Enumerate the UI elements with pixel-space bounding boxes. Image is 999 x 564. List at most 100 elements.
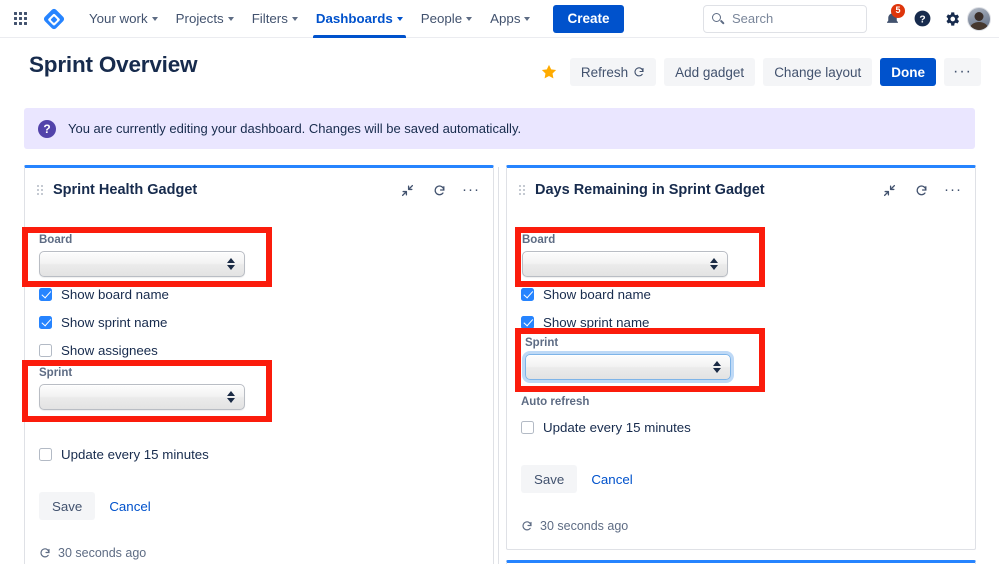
search-input[interactable]: [730, 10, 850, 27]
last-updated-text: 30 seconds ago: [540, 519, 629, 533]
nav-item-label: Apps: [490, 11, 521, 26]
gadget-header: Sprint Health Gadget ···: [25, 168, 493, 212]
nav-right-cluster: 5 ?: [703, 3, 999, 34]
select-stepper-arrows-icon: [710, 258, 718, 270]
help-icon[interactable]: ?: [907, 4, 937, 34]
svg-text:?: ?: [919, 14, 925, 25]
editing-info-banner: ? You are currently editing your dashboa…: [24, 108, 975, 149]
gear-icon[interactable]: [937, 4, 967, 34]
checkbox-label: Update every 15 minutes: [61, 446, 209, 462]
search-box[interactable]: [703, 4, 867, 33]
sprint-health-board-field: Board: [39, 234, 254, 277]
favorite-star-icon[interactable]: [536, 59, 562, 85]
cancel-button[interactable]: Cancel: [591, 472, 632, 487]
sprint-label: Sprint: [39, 367, 73, 379]
primary-nav-items: Your work Projects Filters Dashboards Pe…: [80, 0, 539, 38]
checkbox-row-show-board-name[interactable]: Show board name: [521, 280, 961, 308]
notifications-bell-icon[interactable]: 5: [877, 3, 907, 34]
gadget-sprint-health: Sprint Health Gadget ··· Show board name…: [24, 165, 494, 564]
show-sprint-name-checkbox[interactable]: [39, 315, 52, 329]
drag-handle-icon[interactable]: [37, 185, 43, 195]
app-switcher-icon[interactable]: [8, 7, 32, 31]
drag-handle-icon[interactable]: [519, 185, 525, 195]
change-layout-button[interactable]: Change layout: [763, 58, 873, 86]
chevron-down-icon: [524, 17, 531, 21]
checkbox-row-show-sprint-name[interactable]: Show sprint name: [521, 308, 961, 336]
cancel-button[interactable]: Cancel: [109, 499, 150, 514]
update-every-15-minutes-checkbox[interactable]: [521, 420, 534, 434]
show-sprint-name-checkbox[interactable]: [521, 315, 534, 329]
chevron-down-icon: [396, 17, 403, 21]
chevron-down-icon: [466, 17, 473, 21]
banner-message: You are currently editing your dashboard…: [68, 121, 522, 136]
create-button[interactable]: Create: [553, 4, 624, 33]
nav-item-apps[interactable]: Apps: [481, 0, 539, 38]
gadget-header-icons: ···: [399, 182, 479, 198]
refresh-icon: [40, 548, 50, 558]
nav-item-projects[interactable]: Projects: [167, 0, 243, 38]
chevron-down-icon: [291, 17, 298, 21]
top-navigation-bar: Your work Projects Filters Dashboards Pe…: [0, 0, 999, 38]
checkbox-row-show-assignees[interactable]: Show assignees: [39, 336, 479, 364]
gadget-title: Days Remaining in Sprint Gadget: [535, 182, 765, 198]
show-assignees-checkbox[interactable]: [39, 343, 52, 357]
jira-logo-icon[interactable]: [42, 7, 66, 31]
checkbox-label: Update every 15 minutes: [543, 419, 691, 435]
save-button[interactable]: Save: [39, 492, 96, 520]
checkbox-label: Show board name: [543, 286, 651, 302]
auto-refresh-label-spacer: [39, 426, 479, 440]
nav-item-label: Filters: [251, 11, 288, 26]
more-actions-button[interactable]: ···: [944, 58, 981, 86]
gadget-more-menu-icon[interactable]: ···: [462, 182, 479, 198]
board-select[interactable]: [39, 251, 245, 277]
checkbox-row-show-board-name[interactable]: Show board name: [39, 280, 479, 308]
refresh-icon: [634, 67, 644, 77]
nav-item-label: Your work: [89, 11, 148, 26]
nav-item-filters[interactable]: Filters: [243, 0, 307, 38]
nav-item-label: Projects: [175, 11, 224, 26]
notification-count-badge: 5: [891, 3, 905, 18]
board-select[interactable]: [522, 251, 728, 277]
select-stepper-arrows-icon: [227, 391, 235, 403]
checkbox-row-show-sprint-name[interactable]: Show sprint name: [39, 308, 479, 336]
user-avatar[interactable]: [967, 6, 991, 31]
board-label: Board: [39, 234, 73, 246]
days-remaining-sprint-field: Sprint: [525, 337, 737, 380]
checkbox-row-update-every[interactable]: Update every 15 minutes: [39, 440, 479, 468]
sprint-select[interactable]: [39, 384, 245, 410]
update-every-15-minutes-checkbox[interactable]: [39, 447, 52, 461]
page-header: Sprint Overview Refresh Add gadget Chang…: [0, 38, 999, 100]
add-gadget-button[interactable]: Add gadget: [664, 58, 756, 86]
sprint-health-sprint-field: Sprint: [39, 367, 254, 410]
sprint-select[interactable]: [525, 354, 731, 380]
gadget-last-updated: 30 seconds ago: [521, 519, 961, 533]
refresh-button[interactable]: Refresh: [569, 58, 657, 86]
show-board-name-checkbox[interactable]: [521, 287, 534, 301]
select-stepper-arrows-icon: [713, 361, 721, 373]
nav-item-label: People: [420, 11, 463, 26]
checkbox-label: Show board name: [61, 286, 169, 302]
nav-item-people[interactable]: People: [412, 0, 481, 38]
refresh-icon[interactable]: [431, 182, 447, 198]
nav-item-your-work[interactable]: Your work: [80, 0, 167, 38]
refresh-icon[interactable]: [913, 182, 929, 198]
days-remaining-board-field: Board: [522, 234, 737, 277]
collapse-icon[interactable]: [881, 182, 897, 198]
show-board-name-checkbox[interactable]: [39, 287, 52, 301]
done-button[interactable]: Done: [880, 58, 937, 86]
gadget-title: Sprint Health Gadget: [53, 182, 198, 198]
checkbox-label: Show sprint name: [543, 314, 650, 330]
nav-item-dashboards[interactable]: Dashboards: [307, 0, 412, 38]
gadget-button-row: Save Cancel: [39, 492, 479, 520]
refresh-icon: [522, 521, 532, 531]
gadget-more-menu-icon[interactable]: ···: [944, 182, 961, 198]
dashboard-column-left: Sprint Health Gadget ··· Show board name…: [24, 165, 494, 564]
save-button[interactable]: Save: [521, 465, 578, 493]
dashboard-actions: Refresh Add gadget Change layout Done ··…: [536, 58, 981, 86]
checkbox-row-update-every[interactable]: Update every 15 minutes: [521, 413, 961, 441]
column-separator: [498, 167, 499, 564]
gadget-last-updated: 30 seconds ago: [39, 546, 479, 560]
gadget-next-partial: [506, 560, 976, 564]
checkbox-label: Show sprint name: [61, 314, 168, 330]
collapse-icon[interactable]: [399, 182, 415, 198]
